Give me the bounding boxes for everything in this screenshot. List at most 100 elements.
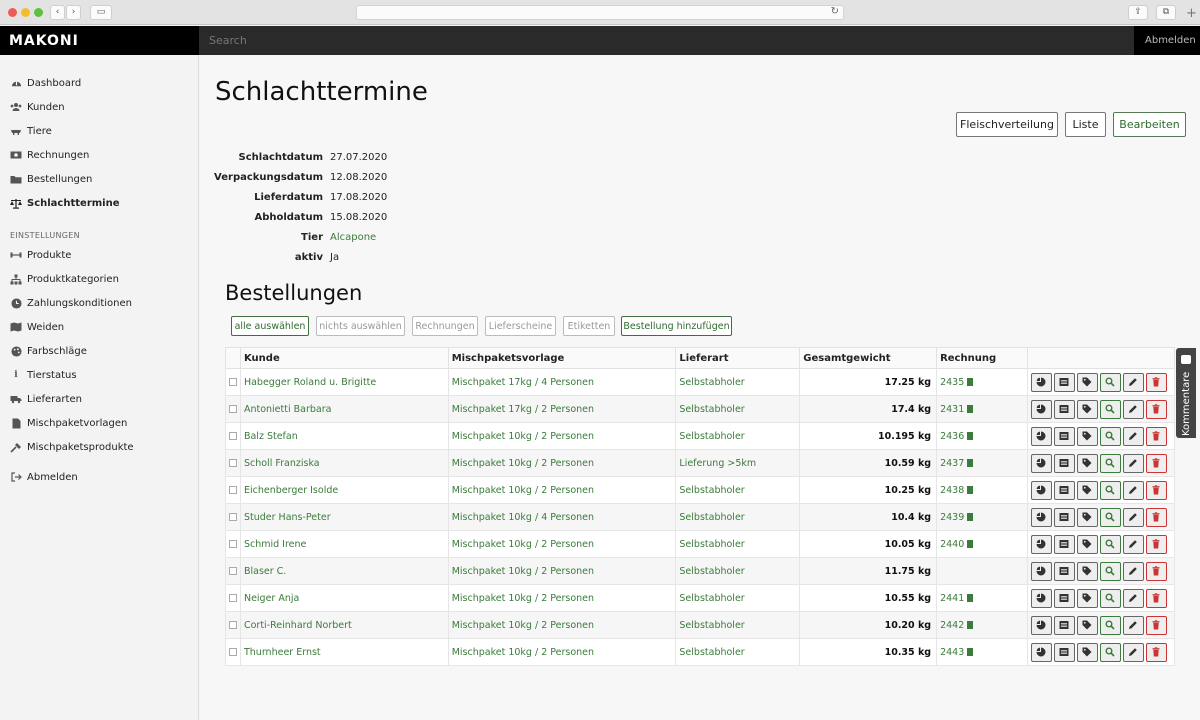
label-button[interactable] (1076, 453, 1098, 473)
label-button[interactable] (1076, 372, 1098, 392)
invoice-link[interactable]: 2443 (940, 647, 964, 658)
sidebar-item-produkte[interactable]: Produkte (10, 247, 71, 263)
row-checkbox[interactable] (228, 567, 237, 575)
comments-tab[interactable]: Kommentare (1176, 348, 1196, 438)
sidebar-item-produktkategorien[interactable]: Produktkategorien (10, 271, 119, 287)
row-checkbox[interactable] (228, 540, 237, 548)
sidebar-item-rechnungen[interactable]: Rechnungen (10, 147, 89, 163)
details-button[interactable] (1053, 642, 1075, 662)
template-link[interactable]: Mischpaket 10kg / 2 Personen (447, 557, 677, 585)
edit-row-button[interactable] (1122, 534, 1144, 554)
template-link[interactable]: Mischpaket 17kg / 2 Personen (447, 395, 677, 423)
row-checkbox[interactable] (228, 405, 237, 413)
distribution-button[interactable] (1030, 534, 1052, 554)
invoice-link[interactable]: 2431 (940, 404, 964, 415)
delivery-link[interactable]: Selbstabholer (675, 584, 801, 612)
pdf-icon[interactable] (967, 458, 974, 467)
app-logo[interactable]: MAKONI (9, 33, 79, 49)
row-checkbox[interactable] (228, 432, 237, 440)
label-button[interactable] (1076, 642, 1098, 662)
template-link[interactable]: Mischpaket 10kg / 2 Personen (447, 449, 677, 477)
pdf-icon[interactable] (967, 377, 974, 386)
labels-button[interactable]: Etiketten (563, 316, 615, 336)
label-button[interactable] (1076, 507, 1098, 527)
template-link[interactable]: Mischpaket 10kg / 2 Personen (447, 530, 677, 558)
details-button[interactable] (1053, 426, 1075, 446)
view-button[interactable] (1099, 399, 1121, 419)
details-button[interactable] (1053, 507, 1075, 527)
sidebar-item-kunden[interactable]: Kunden (10, 99, 65, 115)
view-button[interactable] (1099, 561, 1121, 581)
edit-row-button[interactable] (1122, 615, 1144, 635)
delivery-link[interactable]: Selbstabholer (675, 638, 801, 666)
select-none-button[interactable]: nichts auswählen (316, 316, 405, 336)
meat-distribution-button[interactable]: Fleischverteilung (956, 112, 1058, 137)
distribution-button[interactable] (1030, 642, 1052, 662)
sidebar-item-zahlungskonditionen[interactable]: Zahlungskonditionen (10, 295, 132, 311)
row-checkbox[interactable] (228, 459, 237, 467)
details-button[interactable] (1053, 399, 1075, 419)
delete-button[interactable] (1145, 642, 1167, 662)
view-button[interactable] (1099, 426, 1121, 446)
edit-row-button[interactable] (1122, 561, 1144, 581)
details-button[interactable] (1053, 372, 1075, 392)
sidebar-item-farbschlaege[interactable]: Farbschläge (10, 343, 87, 359)
customer-link[interactable]: Neiger Anja (239, 584, 449, 612)
customer-link[interactable]: Balz Stefan (239, 422, 449, 450)
sidebar-item-tiere[interactable]: Tiere (10, 123, 52, 139)
delete-button[interactable] (1145, 453, 1167, 473)
pdf-icon[interactable] (967, 512, 974, 521)
view-button[interactable] (1099, 534, 1121, 554)
label-button[interactable] (1076, 426, 1098, 446)
label-button[interactable] (1076, 534, 1098, 554)
row-checkbox[interactable] (228, 486, 237, 494)
invoice-link[interactable]: 2441 (940, 593, 964, 604)
pdf-icon[interactable] (967, 404, 974, 413)
customer-link[interactable]: Scholl Franziska (239, 449, 449, 477)
customer-link[interactable]: Studer Hans-Peter (239, 503, 449, 531)
delete-button[interactable] (1145, 480, 1167, 500)
view-button[interactable] (1099, 642, 1121, 662)
delete-button[interactable] (1145, 588, 1167, 608)
sidebar-item-dashboard[interactable]: Dashboard (10, 75, 81, 91)
view-button[interactable] (1099, 588, 1121, 608)
delivery-link[interactable]: Selbstabholer (675, 476, 801, 504)
edit-row-button[interactable] (1122, 642, 1144, 662)
row-checkbox[interactable] (228, 513, 237, 521)
distribution-button[interactable] (1030, 399, 1052, 419)
list-button[interactable]: Liste (1065, 112, 1106, 137)
label-button[interactable] (1076, 588, 1098, 608)
invoice-link[interactable]: 2439 (940, 512, 964, 523)
sidebar-item-schlachttermine[interactable]: Schlachttermine (10, 195, 120, 211)
sidebar-item-weiden[interactable]: Weiden (10, 319, 64, 335)
delivery-link[interactable]: Selbstabholer (675, 395, 801, 423)
label-button[interactable] (1076, 480, 1098, 500)
pdf-icon[interactable] (967, 620, 974, 629)
window-zoom-icon[interactable] (34, 8, 43, 17)
column-header[interactable]: Mischpaketsvorlage (447, 347, 677, 369)
row-checkbox[interactable] (228, 594, 237, 602)
template-link[interactable]: Mischpaket 10kg / 2 Personen (447, 476, 677, 504)
template-link[interactable]: Mischpaket 10kg / 2 Personen (447, 611, 677, 639)
address-bar[interactable]: ↻ (356, 5, 844, 20)
details-button[interactable] (1053, 534, 1075, 554)
distribution-button[interactable] (1030, 588, 1052, 608)
pdf-icon[interactable] (967, 647, 974, 656)
sidebar-item-mischpaketvorlagen[interactable]: Mischpaketvorlagen (10, 415, 127, 431)
delivery-link[interactable]: Selbstabholer (675, 530, 801, 558)
edit-button[interactable]: Bearbeiten (1113, 112, 1186, 137)
window-close-icon[interactable] (8, 8, 17, 17)
search-input[interactable] (199, 26, 1134, 55)
distribution-button[interactable] (1030, 507, 1052, 527)
customer-link[interactable]: Eichenberger Isolde (239, 476, 449, 504)
sidebar-item-mischpaketsprodukte[interactable]: Mischpaketsprodukte (10, 439, 134, 455)
column-header[interactable]: Rechnung (936, 347, 1028, 369)
label-button[interactable] (1076, 399, 1098, 419)
distribution-button[interactable] (1030, 426, 1052, 446)
customer-link[interactable]: Antonietti Barbara (239, 395, 449, 423)
template-link[interactable]: Mischpaket 17kg / 4 Personen (447, 368, 677, 396)
distribution-button[interactable] (1030, 372, 1052, 392)
customer-link[interactable]: Schmid Irene (239, 530, 449, 558)
edit-row-button[interactable] (1122, 507, 1144, 527)
edit-row-button[interactable] (1122, 426, 1144, 446)
